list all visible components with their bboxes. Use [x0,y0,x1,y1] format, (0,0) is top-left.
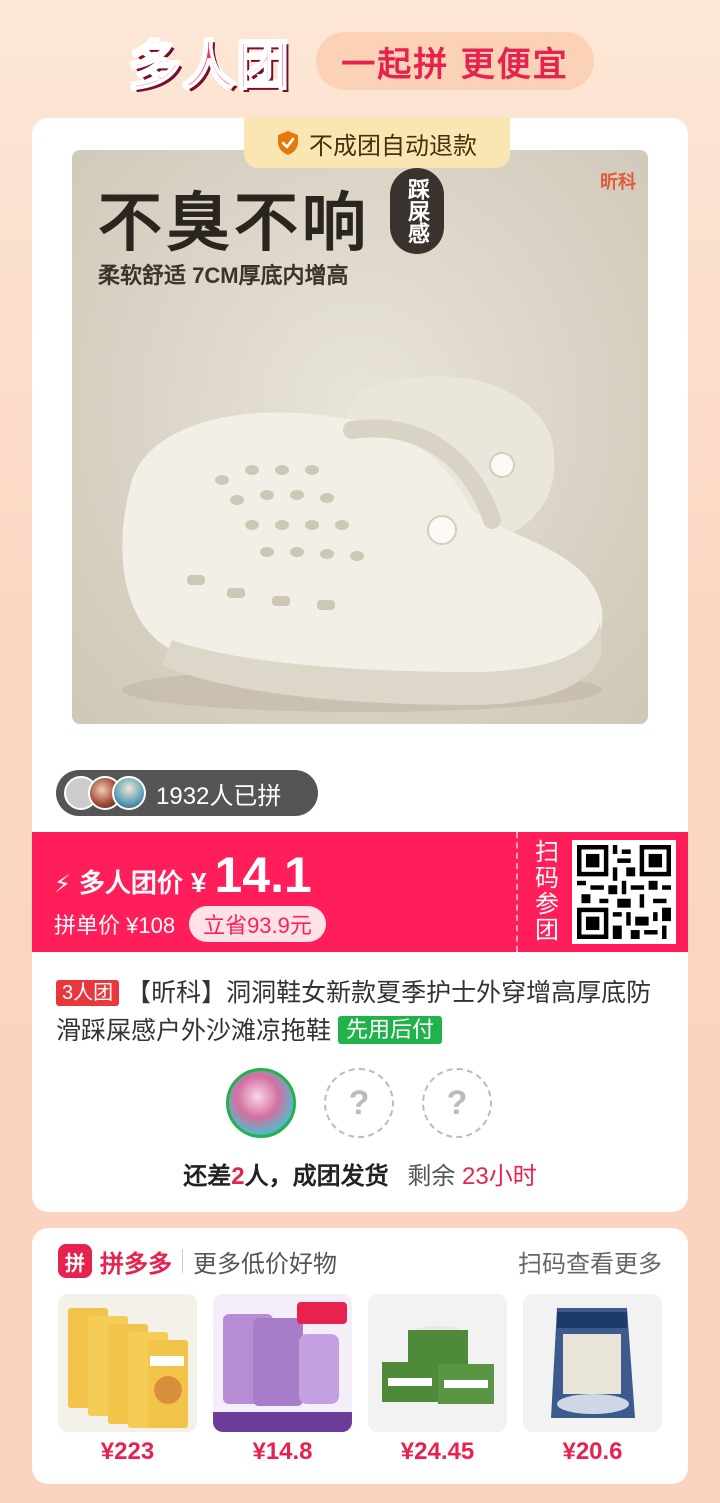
more-goods-header: 拼 拼多多 更多低价好物 扫码查看更多 [58,1244,662,1278]
goods-list: ¥223 ¥14.8 ¥24.45 ¥20.6 [58,1294,662,1466]
image-brand-logo: 昕科 [600,168,636,194]
clog-shoe-illustration [122,376,603,712]
status-prefix: 还差 [183,1163,232,1190]
goods-price: ¥20.6 [562,1438,623,1465]
image-tag: 踩屎感 [390,168,444,254]
empty-slot-mark: ? [348,1083,370,1122]
goods-item[interactable]: ¥223 [58,1294,197,1466]
qr-code[interactable] [572,840,676,944]
refund-badge-label: 不成团自动退款 [309,132,477,160]
product-image[interactable]: 不臭不响 踩屎感 柔软舒适 7CM厚底内增高 昕科 [72,150,648,724]
avatar [112,776,146,810]
group-price: 14.1 [214,847,312,903]
price-bar: ⚡ 多人团价 ¥ 14.1 拼单价 ¥108 立省93.9元 扫码参团 [32,832,688,952]
goods-image-chocolate [523,1294,662,1432]
group-price-label: 多人团价 [78,868,183,898]
goods-price: ¥223 [100,1438,155,1465]
remaining-label: 剩余 [407,1163,456,1190]
slogan-pill: 一起拼 更便宜 [316,32,594,90]
pay-later-tag: 先用后付 [337,1016,442,1044]
status-count: 2 [231,1163,245,1190]
empty-member-slot: ? [324,1068,394,1138]
goods-price: ¥24.45 [400,1438,475,1465]
brand-text: 多人团 [128,36,291,98]
logo-char: 拼 [65,1252,85,1275]
currency-symbol: ¥ [190,867,207,898]
lightning-icon: ⚡ [54,871,71,898]
empty-member-slot: ? [422,1068,492,1138]
goods-item[interactable]: ¥14.8 [213,1294,352,1466]
more-subtitle: 更多低价好物 [193,1250,337,1278]
qr-code-icon [577,845,671,939]
image-headline: 不臭不响 [98,187,370,259]
joined-count: 1932人已拼 [156,782,282,810]
more-goods-card: 拼 拼多多 更多低价好物 扫码查看更多 ¥223 ¥14.8 ¥24.45 ¥2… [32,1228,688,1484]
duorentuan-logo: 多人团 [120,28,300,98]
empty-slot-mark: ? [446,1083,468,1122]
goods-item[interactable]: ¥24.45 [368,1294,507,1466]
scan-to-join[interactable]: 扫码参团 [516,832,688,952]
group-card: 不成团自动退款 不臭不响 踩屎感 柔软舒适 7CM厚底内增高 昕科 1932人已… [32,118,688,1212]
pinduoduo-logo-icon: 拼 [58,1244,92,1278]
member-avatar [226,1068,296,1138]
goods-price: ¥14.8 [252,1438,313,1465]
group-size-tag: 3人团 [56,980,120,1006]
goods-image-cat-food [58,1294,197,1432]
group-members: ? ? [32,1068,688,1140]
page-header: 多人团 一起拼 更便宜 [0,24,720,98]
scan-join-label: 扫码参团 [535,839,559,944]
joined-count-pill: 1932人已拼 [56,770,318,816]
divider [182,1249,183,1273]
goods-image-softener [213,1294,352,1432]
image-brand-text: 昕科 [600,172,636,192]
single-price: 拼单价 ¥108 [54,913,176,938]
group-status: 还差2人，成团发货 剩余 23小时 [32,1156,688,1191]
pinduoduo-name: 拼多多 [100,1250,172,1278]
goods-image-towel-rolls [368,1294,507,1432]
remaining-time: 23小时 [462,1163,537,1190]
scan-more-link[interactable]: 扫码查看更多 [518,1244,662,1279]
image-subline: 柔软舒适 7CM厚底内增高 [98,263,349,288]
shield-check-icon [278,131,298,155]
refund-badge: 不成团自动退款 [244,118,510,168]
save-badge: 立省93.9元 [189,906,326,942]
product-title-area[interactable]: 3人团 【昕科】洞洞鞋女新款夏季护士外穿增高厚底防滑踩屎感户外沙滩凉拖鞋 先用后… [56,974,666,1050]
price-info: ⚡ 多人团价 ¥ 14.1 拼单价 ¥108 立省93.9元 [54,846,326,942]
goods-item[interactable]: ¥20.6 [523,1294,662,1466]
status-suffix: 人，成团发货 [244,1163,389,1190]
